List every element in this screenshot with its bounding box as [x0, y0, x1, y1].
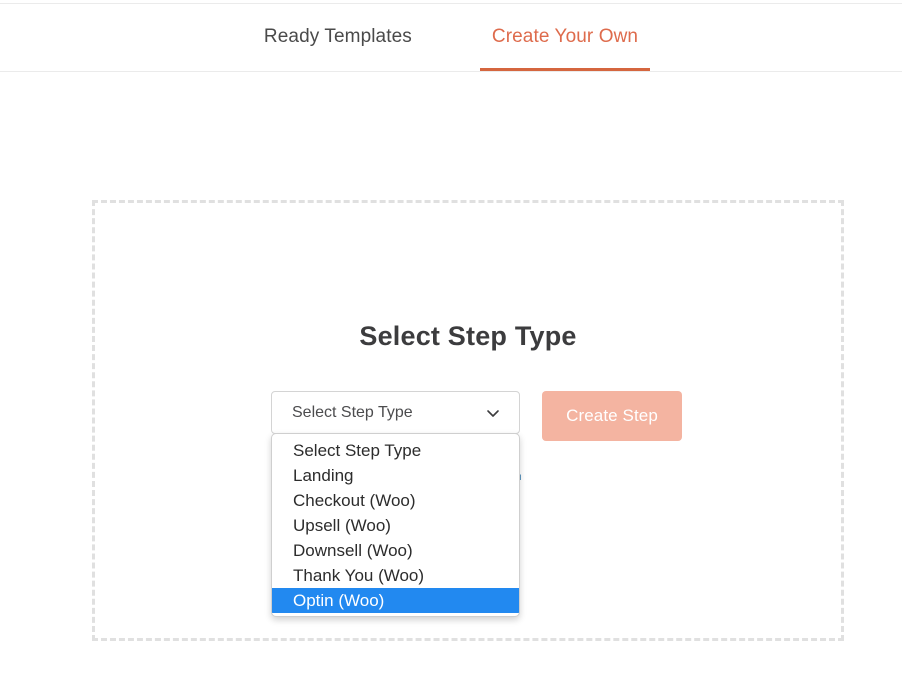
tab-create-your-own-label: Create Your Own — [491, 26, 639, 47]
list-item[interactable]: Thank You (Woo) — [272, 563, 519, 588]
step-type-option-list[interactable]: Select Step Type Landing Checkout (Woo) … — [271, 433, 520, 617]
chevron-down-icon — [485, 405, 501, 421]
step-type-select[interactable]: Select Step Type — [271, 391, 520, 434]
step-type-select-wrapper: Select Step Type Select Step Type Landin… — [271, 391, 520, 617]
tab-ready-templates-label: Ready Templates — [263, 26, 412, 47]
tab-ready-templates[interactable]: Ready Templates — [224, 4, 452, 71]
tab-list: Ready Templates Create Your Own — [224, 4, 678, 71]
step-type-controls: Select Step Type Select Step Type Landin… — [271, 391, 682, 617]
list-item-selected[interactable]: Optin (Woo) — [272, 588, 519, 613]
template-tabbar: Ready Templates Create Your Own — [0, 3, 902, 72]
list-item[interactable]: Downsell (Woo) — [272, 538, 519, 563]
step-type-dropzone: Select Step Type Select Step Type Select… — [92, 200, 844, 641]
list-item[interactable]: Checkout (Woo) — [272, 488, 519, 513]
list-item[interactable]: Upsell (Woo) — [272, 513, 519, 538]
tab-create-your-own[interactable]: Create Your Own — [452, 4, 678, 71]
list-item[interactable]: Landing — [272, 463, 519, 488]
page-title: Select Step Type — [359, 321, 577, 351]
create-step-button[interactable]: Create Step — [542, 391, 682, 441]
step-type-select-value: Select Step Type — [292, 403, 413, 421]
list-item[interactable]: Select Step Type — [272, 438, 519, 463]
